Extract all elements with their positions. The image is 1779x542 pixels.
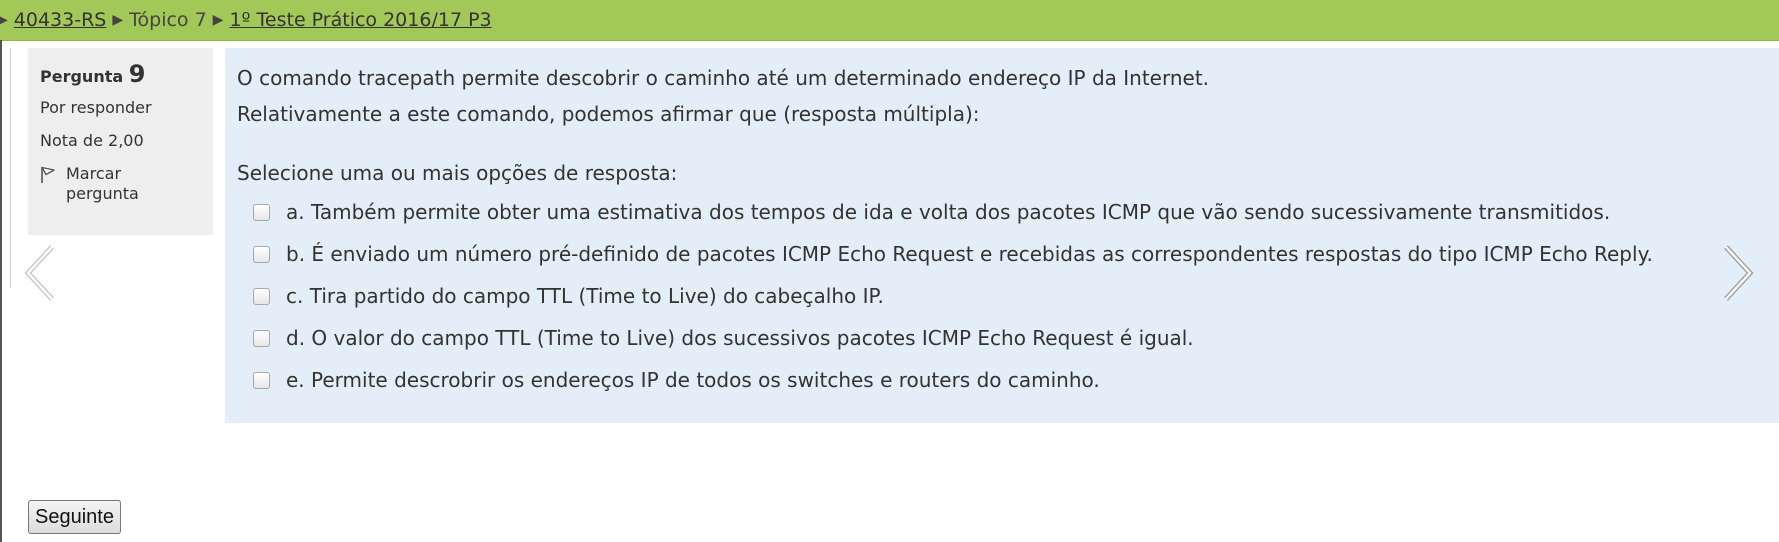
question-info: Pergunta 9 Por responder Nota de 2,00 Ma… — [28, 48, 213, 235]
breadcrumb: ▶ 40433-RS ▶ Tópico 7 ▶ 1º Teste Prático… — [0, 0, 1779, 41]
breadcrumb-arrow-icon: ▶ — [212, 12, 224, 28]
chevron-right-icon[interactable] — [1720, 244, 1756, 302]
question-number: 9 — [128, 60, 146, 88]
breadcrumb-arrow-icon: ▶ — [0, 12, 8, 28]
breadcrumb-item-quiz[interactable]: 1º Teste Prático 2016/17 P3 — [229, 9, 491, 31]
question-grade: Nota de 2,00 — [40, 131, 144, 150]
page-edge-inner — [0, 48, 11, 288]
answer-checkbox[interactable] — [253, 287, 270, 305]
breadcrumb-item-topic: Tópico 7 — [129, 9, 207, 31]
question-text-1: O comando tracepath permite descobrir o … — [237, 66, 1210, 90]
answer-label: c. Tira partido do campo TTL (Time to Li… — [286, 284, 884, 308]
breadcrumb-arrow-icon: ▶ — [112, 12, 124, 28]
flag-label-line2: pergunta — [66, 184, 139, 203]
chevron-left-icon[interactable] — [22, 244, 58, 302]
answer-checkbox[interactable] — [253, 371, 270, 389]
answer-label: e. Permite descrobrir os endereços IP de… — [286, 368, 1100, 392]
answer-label: d. O valor do campo TTL (Time to Live) d… — [286, 326, 1194, 350]
answer-label: a. Também permite obter uma estimativa d… — [286, 200, 1611, 224]
answer-option-e[interactable]: e. Permite descrobrir os endereços IP de… — [253, 359, 1767, 401]
question-text-2: Relativamente a este comando, podemos af… — [237, 102, 980, 126]
answer-checkbox[interactable] — [253, 203, 270, 221]
answer-option-d[interactable]: d. O valor do campo TTL (Time to Live) d… — [253, 317, 1767, 359]
flag-label-line1: Marcar — [66, 164, 122, 183]
answer-option-b[interactable]: b. É enviado um número pré-definido de p… — [253, 233, 1767, 275]
answer-option-c[interactable]: c. Tira partido do campo TTL (Time to Li… — [253, 275, 1767, 317]
answer-list: a. Também permite obter uma estimativa d… — [253, 191, 1767, 401]
answer-checkbox[interactable] — [253, 329, 270, 347]
next-button[interactable]: Seguinte — [28, 500, 121, 534]
answer-checkbox[interactable] — [253, 245, 270, 263]
question-content: O comando tracepath permite descobrir o … — [225, 48, 1779, 423]
question-state: Por responder — [40, 98, 152, 117]
question-title: Pergunta 9 — [40, 60, 201, 88]
breadcrumb-item-course[interactable]: 40433-RS — [14, 9, 107, 31]
question-title-label: Pergunta — [40, 67, 124, 86]
answer-prompt: Selecione uma ou mais opções de resposta… — [237, 161, 678, 185]
flag-icon — [41, 166, 55, 183]
answer-option-a[interactable]: a. Também permite obter uma estimativa d… — [253, 191, 1767, 233]
flag-question-button[interactable]: Marcar pergunta — [40, 164, 201, 204]
answer-label: b. É enviado um número pré-definido de p… — [286, 242, 1653, 266]
